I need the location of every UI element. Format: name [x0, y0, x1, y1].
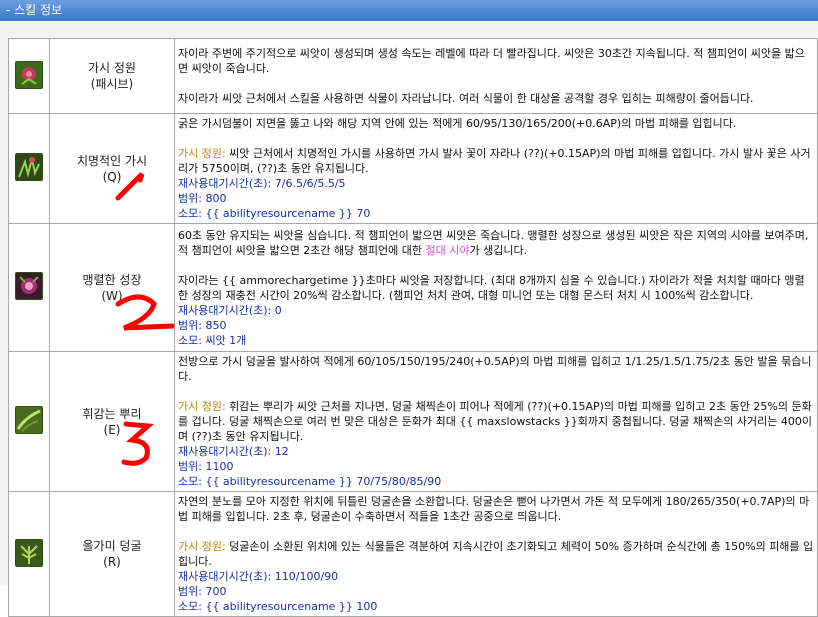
range-text: 범위: 700 — [178, 585, 227, 598]
skill-description: 자이라는 {{ ammorechargetime }}초마다 씨앗을 저장합니다… — [178, 273, 805, 302]
skills-table: 가시 정원 (패시브) 자이라 주변에 주기적으로 씨앗이 생성되며 생성 속도… — [8, 38, 818, 617]
skill-name: 치명적인 가시 — [76, 153, 148, 168]
skill-name: 맹렬한 성장 — [82, 272, 142, 287]
skill-key: (Q) — [102, 169, 122, 184]
skill-description-end: 가 생깁니다. — [469, 243, 528, 257]
passive-text: 휘감는 뿌리가 씨앗 근처를 지나면, 덩굴 채찍손이 피어나 적에게 (??)… — [178, 400, 812, 443]
skill-description: 자이라가 씨앗 근처에서 스킬을 사용하면 식물이 자라납니다. 여러 식물이 … — [178, 92, 754, 105]
cost-text: 소모: {{ abilityresourcename }} 70/75/80/8… — [178, 475, 442, 488]
table-row: 휘감는 뿌리 (E) 전방으로 가시 덩굴을 발사하여 적에게 60/105/1… — [8, 351, 818, 492]
passive-label: 가시 정원: — [178, 147, 226, 160]
skill-key: (W) — [101, 288, 123, 303]
passive-text: 씨앗 근처에서 치명적인 가시를 사용하면 가시 발사 꽃이 자라나 (??)(… — [178, 147, 811, 175]
skill-description: 자이라 주변에 주기적으로 씨앗이 생성되며 생성 속도는 레벨에 따라 더 빨… — [178, 47, 805, 75]
range-text: 범위: 850 — [178, 318, 227, 332]
skill-name: 가시 정원 — [88, 61, 136, 75]
cooldown-text: 재사용대기시간(초): 0 — [178, 303, 282, 317]
section-header: - 스킬 정보 — [0, 0, 818, 21]
true-sight-highlight: 절대 시야 — [425, 243, 470, 257]
skill-description: 전방으로 가시 덩굴을 발사하여 적에게 60/105/150/195/240(… — [178, 355, 812, 383]
cost-text: 소모: 씨앗 1개 — [178, 333, 247, 347]
root-icon — [15, 406, 43, 434]
cost-text: 소모: {{ abilityresourcename }} 70 — [178, 207, 371, 220]
passive-text: 덩굴손이 소환된 위치에 있는 식물들은 격분하여 지속시간이 초기화되고 체력… — [178, 540, 814, 568]
cooldown-text: 재사용대기시간(초): 12 — [178, 445, 289, 458]
skill-description: 굵은 가시덤불이 지면을 뚫고 나와 해당 지역 안에 있는 적에게 60/95… — [178, 117, 737, 130]
cost-text: 소모: {{ abilityresourcename }} 100 — [178, 600, 378, 613]
skill-key: (R) — [103, 555, 121, 569]
passive-label: 가시 정원: — [178, 400, 226, 413]
range-text: 범위: 1100 — [178, 460, 234, 473]
thorn-icon — [15, 153, 43, 181]
table-row: 가시 정원 (패시브) 자이라 주변에 주기적으로 씨앗이 생성되며 생성 속도… — [8, 38, 818, 114]
rose-icon — [15, 60, 43, 89]
skill-name: 휘감는 뿌리 — [82, 406, 142, 421]
skill-key: (E) — [103, 422, 121, 437]
cooldown-text: 재사용대기시간(초): 110/100/90 — [178, 570, 339, 583]
passive-label: 가시 정원: — [178, 540, 226, 553]
cooldown-text: 재사용대기시간(초): 7/6.5/6/5.5/5 — [178, 177, 346, 190]
skill-description: 자연의 분노를 모아 지정한 위치에 뒤틀린 덩굴손을 소환합니다. 덩굴손은 … — [178, 495, 810, 523]
range-text: 범위: 800 — [178, 192, 227, 205]
skill-name: 올가미 덩굴 — [82, 539, 142, 553]
table-row: 치명적인 가시 (Q) 굵은 가시덤불이 지면을 뚫고 나와 해당 지역 안에 … — [8, 113, 818, 224]
skill-key: (패시브) — [90, 77, 134, 91]
table-row: 올가미 덩굴 (R) 자연의 분노를 모아 지정한 위치에 뒤틀린 덩굴손을 소… — [8, 491, 818, 617]
table-row: 맹렬한 성장 (W) 60초 동안 유지되는 씨앗을 심습니다. 적 챔피언이 … — [8, 223, 818, 352]
vines-icon — [15, 538, 43, 567]
seed-icon — [15, 272, 43, 300]
section-title: - 스킬 정보 — [6, 3, 63, 17]
